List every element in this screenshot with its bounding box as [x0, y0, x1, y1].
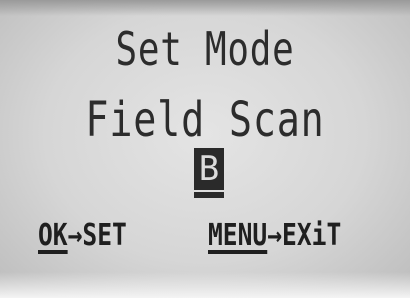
ok-set-softkey[interactable]: OK→SET: [38, 218, 127, 253]
selected-value[interactable]: B: [194, 148, 224, 190]
mode-subtitle: Field Scan: [85, 92, 325, 148]
ok-action-label: SET: [82, 218, 127, 253]
ok-key-label: OK: [38, 218, 68, 253]
lcd-bottom-glare: [0, 272, 410, 298]
lcd-screen: Set Mode Field Scan B OK→SET MENU→EXiT: [0, 0, 410, 298]
menu-action-label: EXiT: [282, 218, 342, 253]
menu-arrow: →: [267, 218, 283, 253]
lcd-top-shadow: [0, 0, 410, 16]
menu-exit-softkey[interactable]: MENU→EXiT: [208, 218, 341, 253]
menu-key-label: MENU: [208, 218, 268, 253]
ok-arrow: →: [67, 218, 83, 253]
value-cursor: [194, 192, 224, 198]
mode-title: Set Mode: [115, 22, 295, 76]
